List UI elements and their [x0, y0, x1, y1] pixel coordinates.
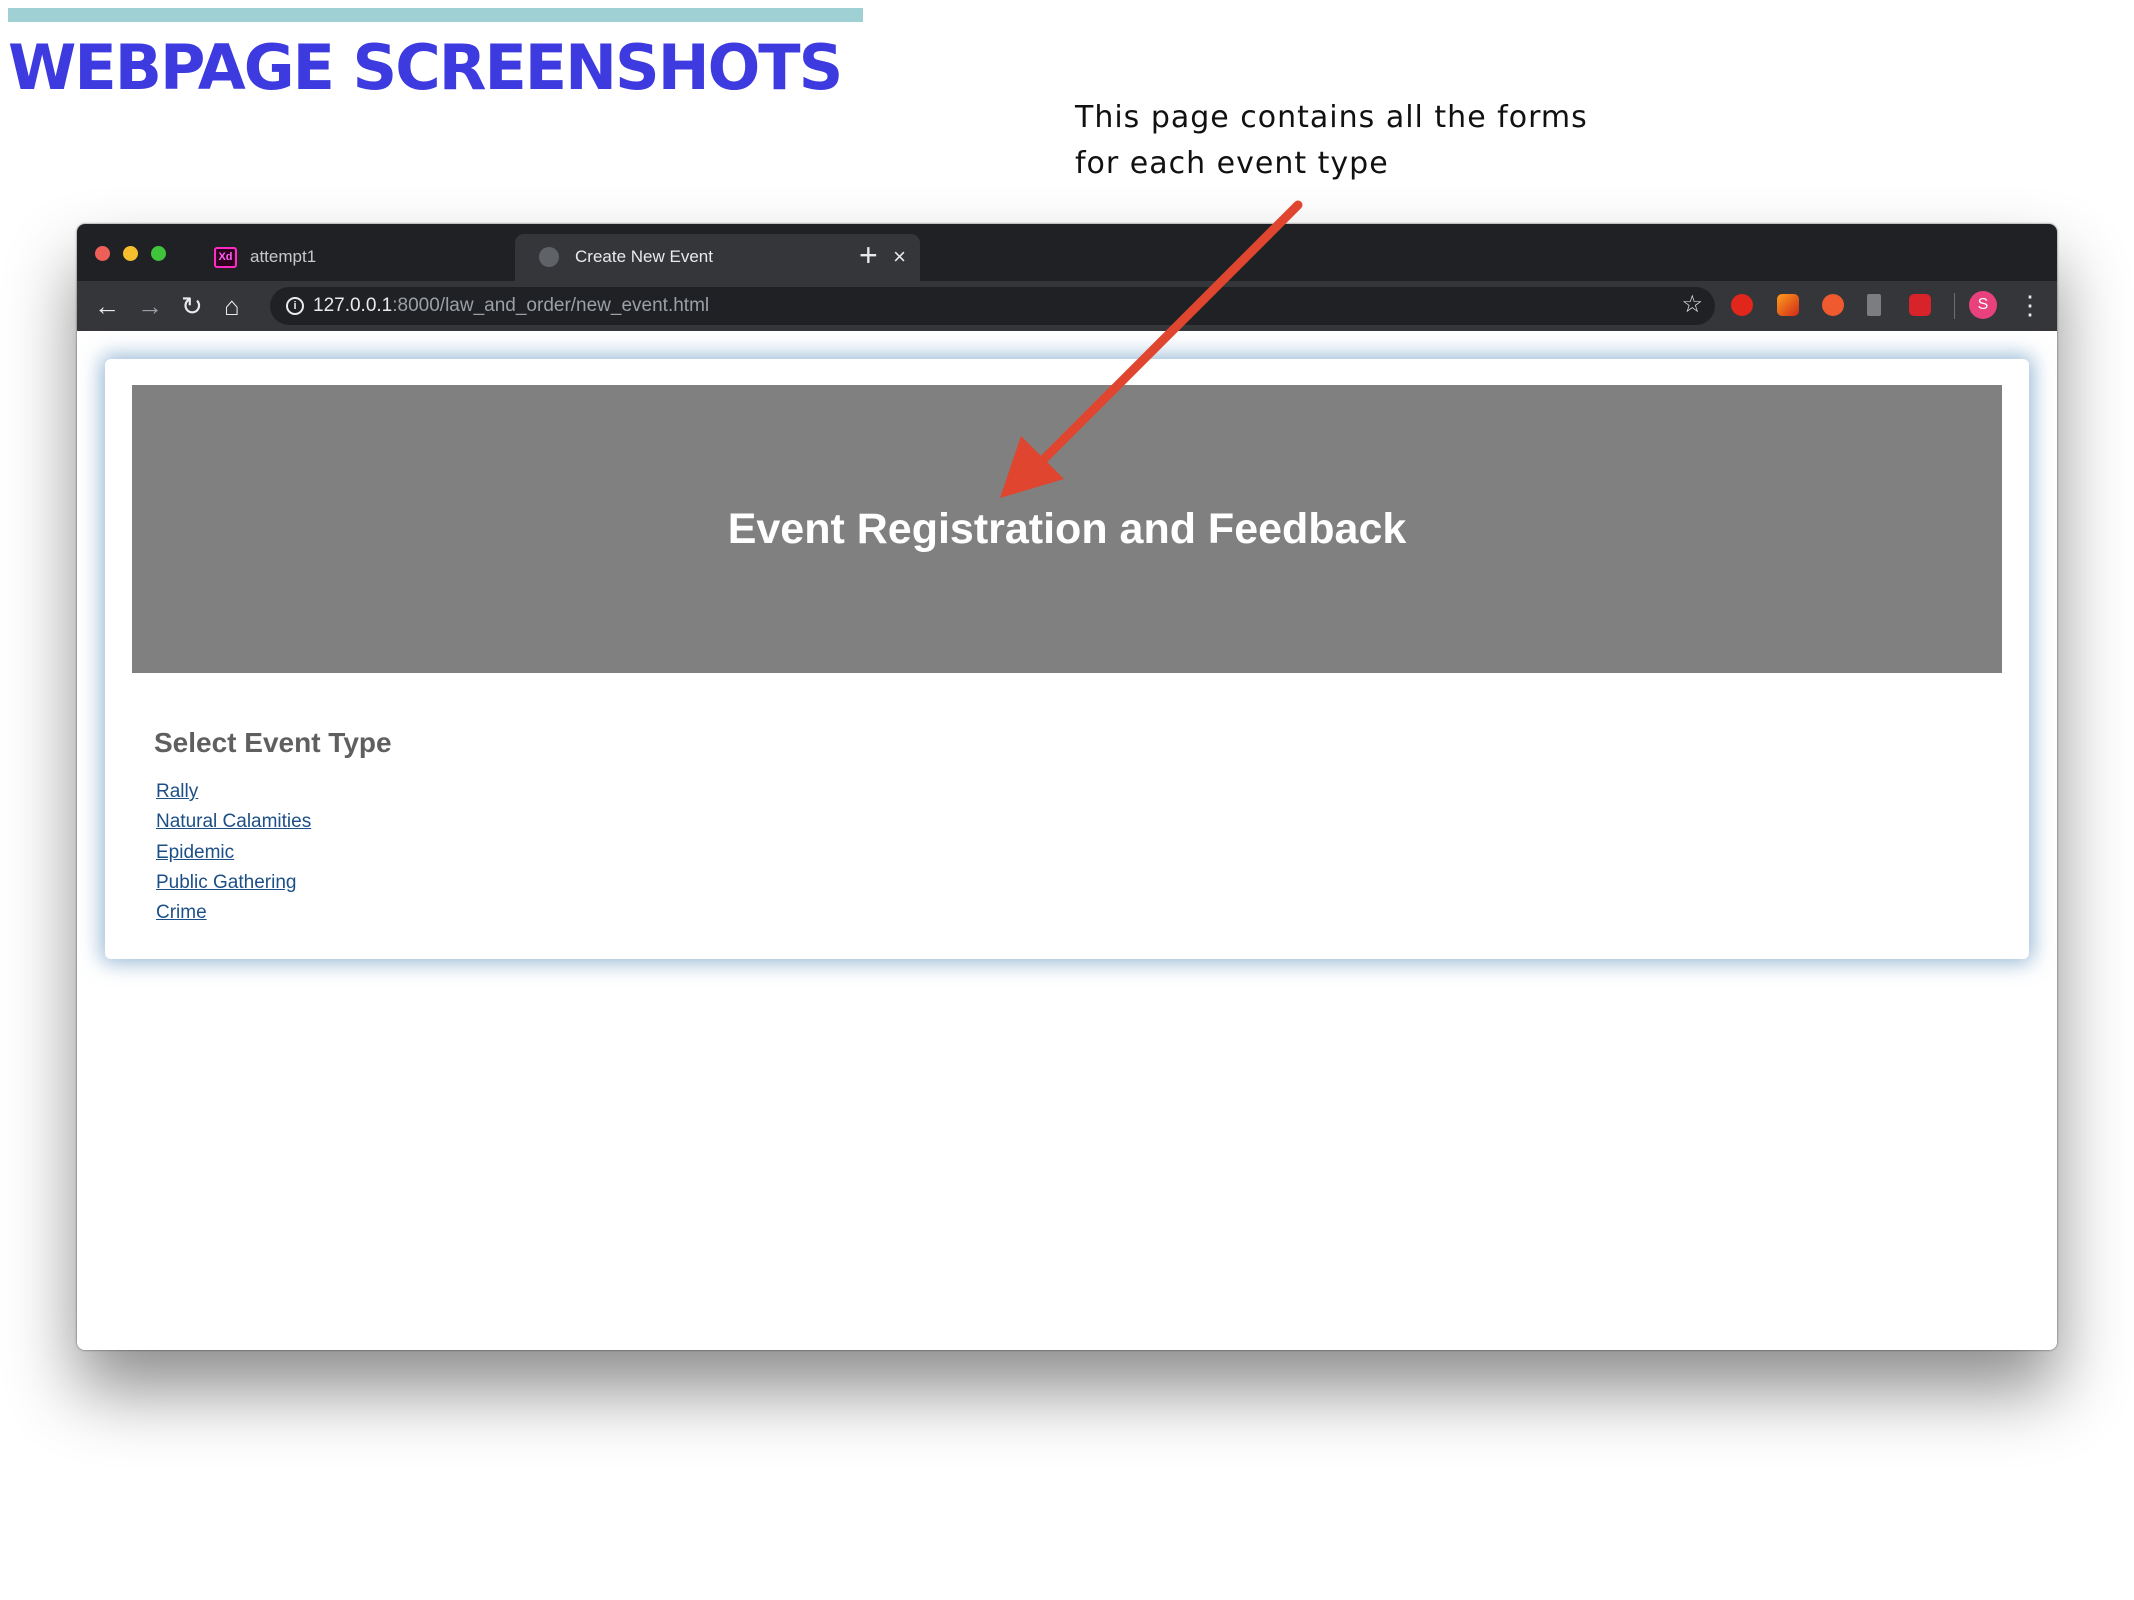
browser-window: Xd attempt1 × Create New Event × + ← → ↻… — [77, 224, 2057, 1350]
extension-icon[interactable] — [1822, 294, 1844, 316]
title-rule — [8, 8, 863, 22]
page-title: Event Registration and Feedback — [727, 504, 1407, 553]
extension-icon[interactable] — [1777, 294, 1799, 316]
event-link-crime[interactable]: Crime — [156, 902, 207, 923]
close-window-button[interactable] — [95, 246, 110, 261]
page-viewport: Event Registration and Feedback Select E… — [77, 331, 2057, 1350]
list-item: Rally — [156, 777, 311, 807]
new-tab-button[interactable]: + — [859, 238, 878, 272]
bookmark-icon[interactable] — [1867, 294, 1881, 316]
list-item: Public Gathering — [156, 868, 311, 898]
info-icon[interactable]: i — [286, 297, 304, 315]
list-item: Epidemic — [156, 838, 311, 868]
url-text[interactable]: 127.0.0.1:8000/law_and_order/new_event.h… — [313, 295, 709, 317]
minimize-window-button[interactable] — [123, 246, 138, 261]
annotation-text: This page contains all the forms for eac… — [1075, 95, 1588, 187]
slide-title: WEBPAGE SCREENSHOTS — [8, 31, 843, 104]
profile-avatar[interactable]: S — [1969, 291, 1997, 319]
annotation-line: for each event type — [1075, 146, 1389, 181]
annotation-line: This page contains all the forms — [1075, 100, 1588, 135]
event-link-public-gathering[interactable]: Public Gathering — [156, 872, 296, 893]
adobe-xd-icon: Xd — [214, 247, 237, 268]
list-item: Natural Calamities — [156, 807, 311, 837]
globe-icon — [539, 247, 559, 267]
tab-label: Create New Event — [575, 247, 713, 266]
section-heading: Select Event Type — [154, 727, 392, 758]
url-host: 127.0.0.1 — [313, 295, 393, 316]
toolbar-divider — [1954, 293, 1955, 319]
back-icon[interactable]: ← — [94, 289, 120, 323]
forward-icon[interactable]: → — [137, 289, 163, 323]
browser-toolbar: ← → ↻ ⌂ i 127.0.0.1:8000/law_and_order/n… — [77, 281, 2057, 331]
home-icon[interactable]: ⌂ — [224, 289, 240, 323]
event-link-rally[interactable]: Rally — [156, 781, 198, 802]
tab-strip: Xd attempt1 × Create New Event × + — [77, 224, 2057, 281]
tab-label: attempt1 — [250, 247, 317, 266]
header-banner: Event Registration and Feedback — [132, 385, 2002, 673]
list-item: Crime — [156, 898, 311, 928]
reload-icon[interactable]: ↻ — [181, 289, 203, 323]
event-link-natural-calamities[interactable]: Natural Calamities — [156, 811, 311, 832]
close-tab-icon[interactable]: × — [893, 243, 906, 271]
maximize-window-button[interactable] — [151, 246, 166, 261]
bookmark-star-icon[interactable]: ☆ — [1681, 290, 1703, 319]
extension-icon[interactable] — [1909, 294, 1931, 316]
menu-icon[interactable]: ⋮ — [2017, 290, 2043, 320]
event-type-list: Rally Natural Calamities Epidemic Public… — [156, 777, 311, 928]
address-bar[interactable]: i 127.0.0.1:8000/law_and_order/new_event… — [270, 287, 1715, 325]
url-path: :8000/law_and_order/new_event.html — [392, 295, 710, 316]
event-link-epidemic[interactable]: Epidemic — [156, 842, 234, 863]
content-card: Event Registration and Feedback Select E… — [105, 359, 2029, 959]
adblock-icon[interactable] — [1731, 294, 1753, 316]
